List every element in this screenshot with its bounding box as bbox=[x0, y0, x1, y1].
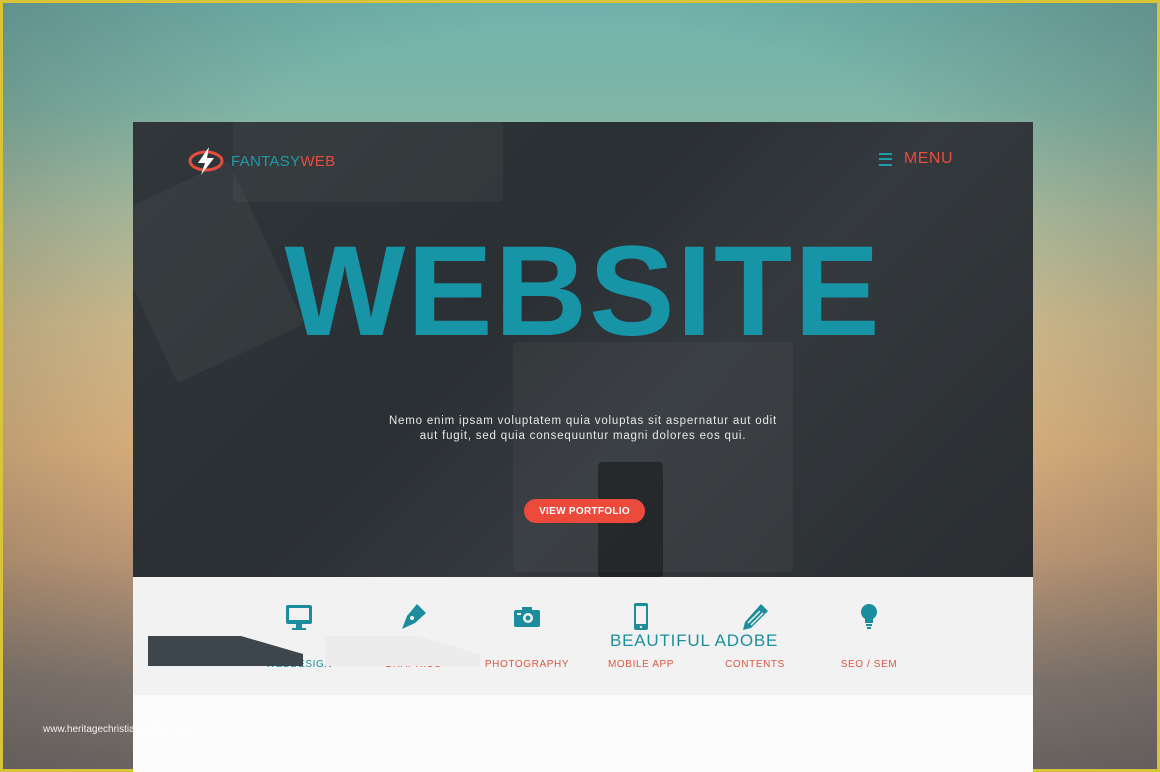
view-portfolio-button[interactable]: VIEW PORTFOLIO bbox=[524, 499, 645, 523]
service-label: MOBILE APP bbox=[607, 659, 675, 670]
pencil-icon bbox=[743, 604, 768, 630]
service-photography[interactable]: PHOTOGRAPHY bbox=[472, 601, 582, 670]
menu-button[interactable]: MENU bbox=[878, 150, 953, 168]
hero-subtitle: Nemo enim ipsam voluptatem quia voluptas… bbox=[133, 414, 1033, 444]
hero-subtitle-line: aut fugit, sed quia consequuntur magni d… bbox=[419, 430, 747, 442]
section-title: BEAUTIFUL ADOBE bbox=[610, 631, 779, 650]
services-strip: WEBDESIGN GRAPHICS PHOTOGRAPHY MOBILE AP… bbox=[133, 577, 1033, 695]
lightbulb-icon bbox=[861, 604, 877, 629]
menu-label: MENU bbox=[903, 150, 953, 167]
hero-subtitle-line: Nemo enim ipsam voluptatem quia voluptas… bbox=[388, 415, 778, 427]
website-mockup: FANTASYWEB MENU WEBSITE Nemo enim ipsam … bbox=[133, 122, 1033, 772]
lightning-logo-icon bbox=[188, 147, 224, 175]
logo-text-fantasy: FANTASY bbox=[231, 152, 301, 170]
pen-nib-icon bbox=[402, 604, 426, 629]
hero-title: WEBSITE bbox=[284, 220, 882, 363]
service-label: CONTENTS bbox=[725, 659, 785, 670]
hero-section: FANTASYWEB MENU WEBSITE Nemo enim ipsam … bbox=[133, 122, 1033, 577]
camera-icon bbox=[514, 607, 540, 627]
logo[interactable]: FANTASYWEB bbox=[187, 146, 335, 176]
service-seo-sem[interactable]: SEO / SEM bbox=[814, 601, 924, 670]
service-label: SEO / SEM bbox=[840, 659, 898, 670]
logo-text-web: WEB bbox=[300, 152, 336, 170]
watermark: www.heritagechristiancollege.com bbox=[43, 724, 194, 735]
monitor-icon bbox=[286, 605, 312, 630]
mobile-icon bbox=[634, 603, 648, 630]
service-label: PHOTOGRAPHY bbox=[484, 659, 570, 670]
hamburger-icon bbox=[878, 152, 892, 166]
